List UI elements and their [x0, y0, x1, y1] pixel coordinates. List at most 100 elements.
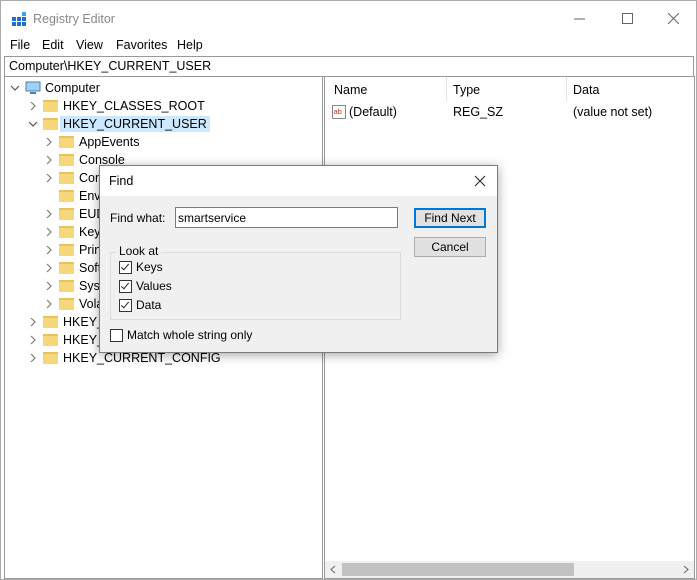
window-title: Registry Editor [33, 12, 115, 26]
tree-label: Soft [79, 261, 102, 275]
tree-node-hkcu[interactable]: HKEY_CURRENT_USER [27, 115, 210, 133]
look-at-label: Look at [116, 244, 162, 258]
values-checkbox[interactable]: Values [119, 279, 172, 293]
checkbox-checked-icon [119, 298, 132, 312]
tree-node-control-panel[interactable]: Con [43, 169, 102, 187]
chevron-right-icon [46, 281, 52, 291]
find-what-label: Find what: [110, 211, 166, 225]
tree-node-environment[interactable]: Envi [43, 187, 103, 205]
find-dialog: Find Find what: Find Next Cancel Look at… [99, 165, 498, 353]
tree-node-volatile-environment[interactable]: Vola [43, 295, 103, 313]
folder-icon [59, 172, 74, 184]
chevron-down-icon [28, 121, 38, 127]
menu-help[interactable]: Help [177, 38, 203, 52]
chevron-right-icon [46, 227, 52, 237]
chevron-right-icon [46, 263, 52, 273]
column-divider[interactable] [566, 77, 567, 101]
match-whole-label: Match whole string only [127, 328, 253, 342]
folder-icon [59, 280, 74, 292]
folder-icon [59, 190, 74, 202]
folder-icon [59, 298, 74, 310]
chevron-right-icon [30, 317, 36, 327]
match-whole-string-checkbox[interactable]: Match whole string only [110, 328, 252, 342]
tree-node-eudc[interactable]: EUD [43, 205, 105, 223]
data-label: Data [136, 298, 162, 312]
menu-favorites[interactable]: Favorites [116, 38, 167, 52]
scrollbar-thumb[interactable] [342, 563, 574, 576]
title-bar: Registry Editor [1, 1, 696, 35]
tree-node-keyboard-layout[interactable]: Keyb [43, 223, 108, 241]
tree-node-printers[interactable]: Prin [43, 241, 101, 259]
computer-icon [25, 81, 41, 94]
chevron-right-icon [30, 335, 36, 345]
tree-node-system[interactable]: Syst [43, 277, 103, 295]
cancel-button[interactable]: Cancel [414, 237, 486, 257]
chevron-down-icon [10, 85, 20, 91]
folder-icon [43, 334, 58, 346]
tree-label: AppEvents [79, 135, 140, 149]
maximize-button[interactable] [604, 1, 650, 35]
address-bar[interactable]: Computer\HKEY_CURRENT_USER [4, 56, 694, 77]
keys-label: Keys [136, 260, 163, 274]
close-icon[interactable] [471, 172, 489, 190]
tree-label-selected: HKEY_CURRENT_USER [60, 116, 210, 132]
column-header-name[interactable]: Name [334, 83, 367, 97]
close-icon [667, 12, 679, 24]
menu-file[interactable]: File [10, 38, 30, 52]
chevron-right-icon [46, 173, 52, 183]
column-header-data[interactable]: Data [573, 83, 599, 97]
chevron-right-icon [30, 353, 36, 363]
value-data: (value not set) [573, 105, 653, 119]
chevron-right-icon [46, 155, 52, 165]
address-text: Computer\HKEY_CURRENT_USER [9, 59, 212, 73]
checkbox-checked-icon [119, 260, 132, 274]
column-header-type[interactable]: Type [453, 83, 480, 97]
string-value-icon: ab [332, 105, 346, 119]
tree-label: Computer [45, 81, 100, 95]
checkbox-unchecked-icon [110, 328, 123, 342]
find-dialog-title-bar: Find [100, 166, 497, 196]
values-label: Values [136, 279, 172, 293]
minimize-icon [573, 18, 585, 19]
chevron-right-icon [30, 101, 36, 111]
minimize-button[interactable] [556, 1, 602, 35]
chevron-right-icon [46, 209, 52, 219]
find-what-input[interactable] [175, 207, 398, 228]
chevron-right-icon [46, 299, 52, 309]
tree-node-appevents[interactable]: AppEvents [43, 133, 139, 151]
menu-bar: File Edit View Favorites Help [1, 35, 696, 55]
value-name: (Default) [349, 105, 397, 119]
column-divider[interactable] [446, 77, 447, 101]
find-dialog-title: Find [109, 174, 134, 188]
svg-text:ab: ab [334, 107, 342, 116]
checkbox-checked-icon [119, 279, 132, 293]
folder-icon [43, 316, 58, 328]
folder-icon [59, 262, 74, 274]
folder-icon [43, 100, 58, 112]
menu-view[interactable]: View [76, 38, 103, 52]
tree-label: Prin [79, 243, 102, 257]
find-next-button[interactable]: Find Next [414, 208, 486, 228]
close-button[interactable] [650, 1, 696, 35]
tree-node-software[interactable]: Soft [43, 259, 101, 277]
folder-icon [59, 136, 74, 148]
menu-edit[interactable]: Edit [42, 38, 64, 52]
chevron-right-icon [46, 137, 52, 147]
tree-node-hkcr[interactable]: HKEY_CLASSES_ROOT [27, 97, 205, 115]
data-checkbox[interactable]: Data [119, 298, 161, 312]
value-type: REG_SZ [453, 105, 504, 119]
folder-icon [43, 352, 58, 364]
registry-editor-icon [12, 12, 26, 26]
folder-icon [59, 154, 74, 166]
scroll-right-icon[interactable] [682, 565, 690, 574]
tree-node-computer[interactable]: Computer [9, 79, 100, 97]
folder-icon [59, 226, 74, 238]
keys-checkbox[interactable]: Keys [119, 260, 163, 274]
maximize-icon [621, 12, 633, 24]
scroll-left-icon[interactable] [329, 565, 337, 574]
folder-icon [59, 208, 74, 220]
folder-icon [43, 118, 58, 130]
chevron-right-icon [46, 245, 52, 255]
horizontal-scrollbar[interactable] [325, 561, 694, 578]
tree-label: HKEY_CLASSES_ROOT [63, 99, 205, 113]
